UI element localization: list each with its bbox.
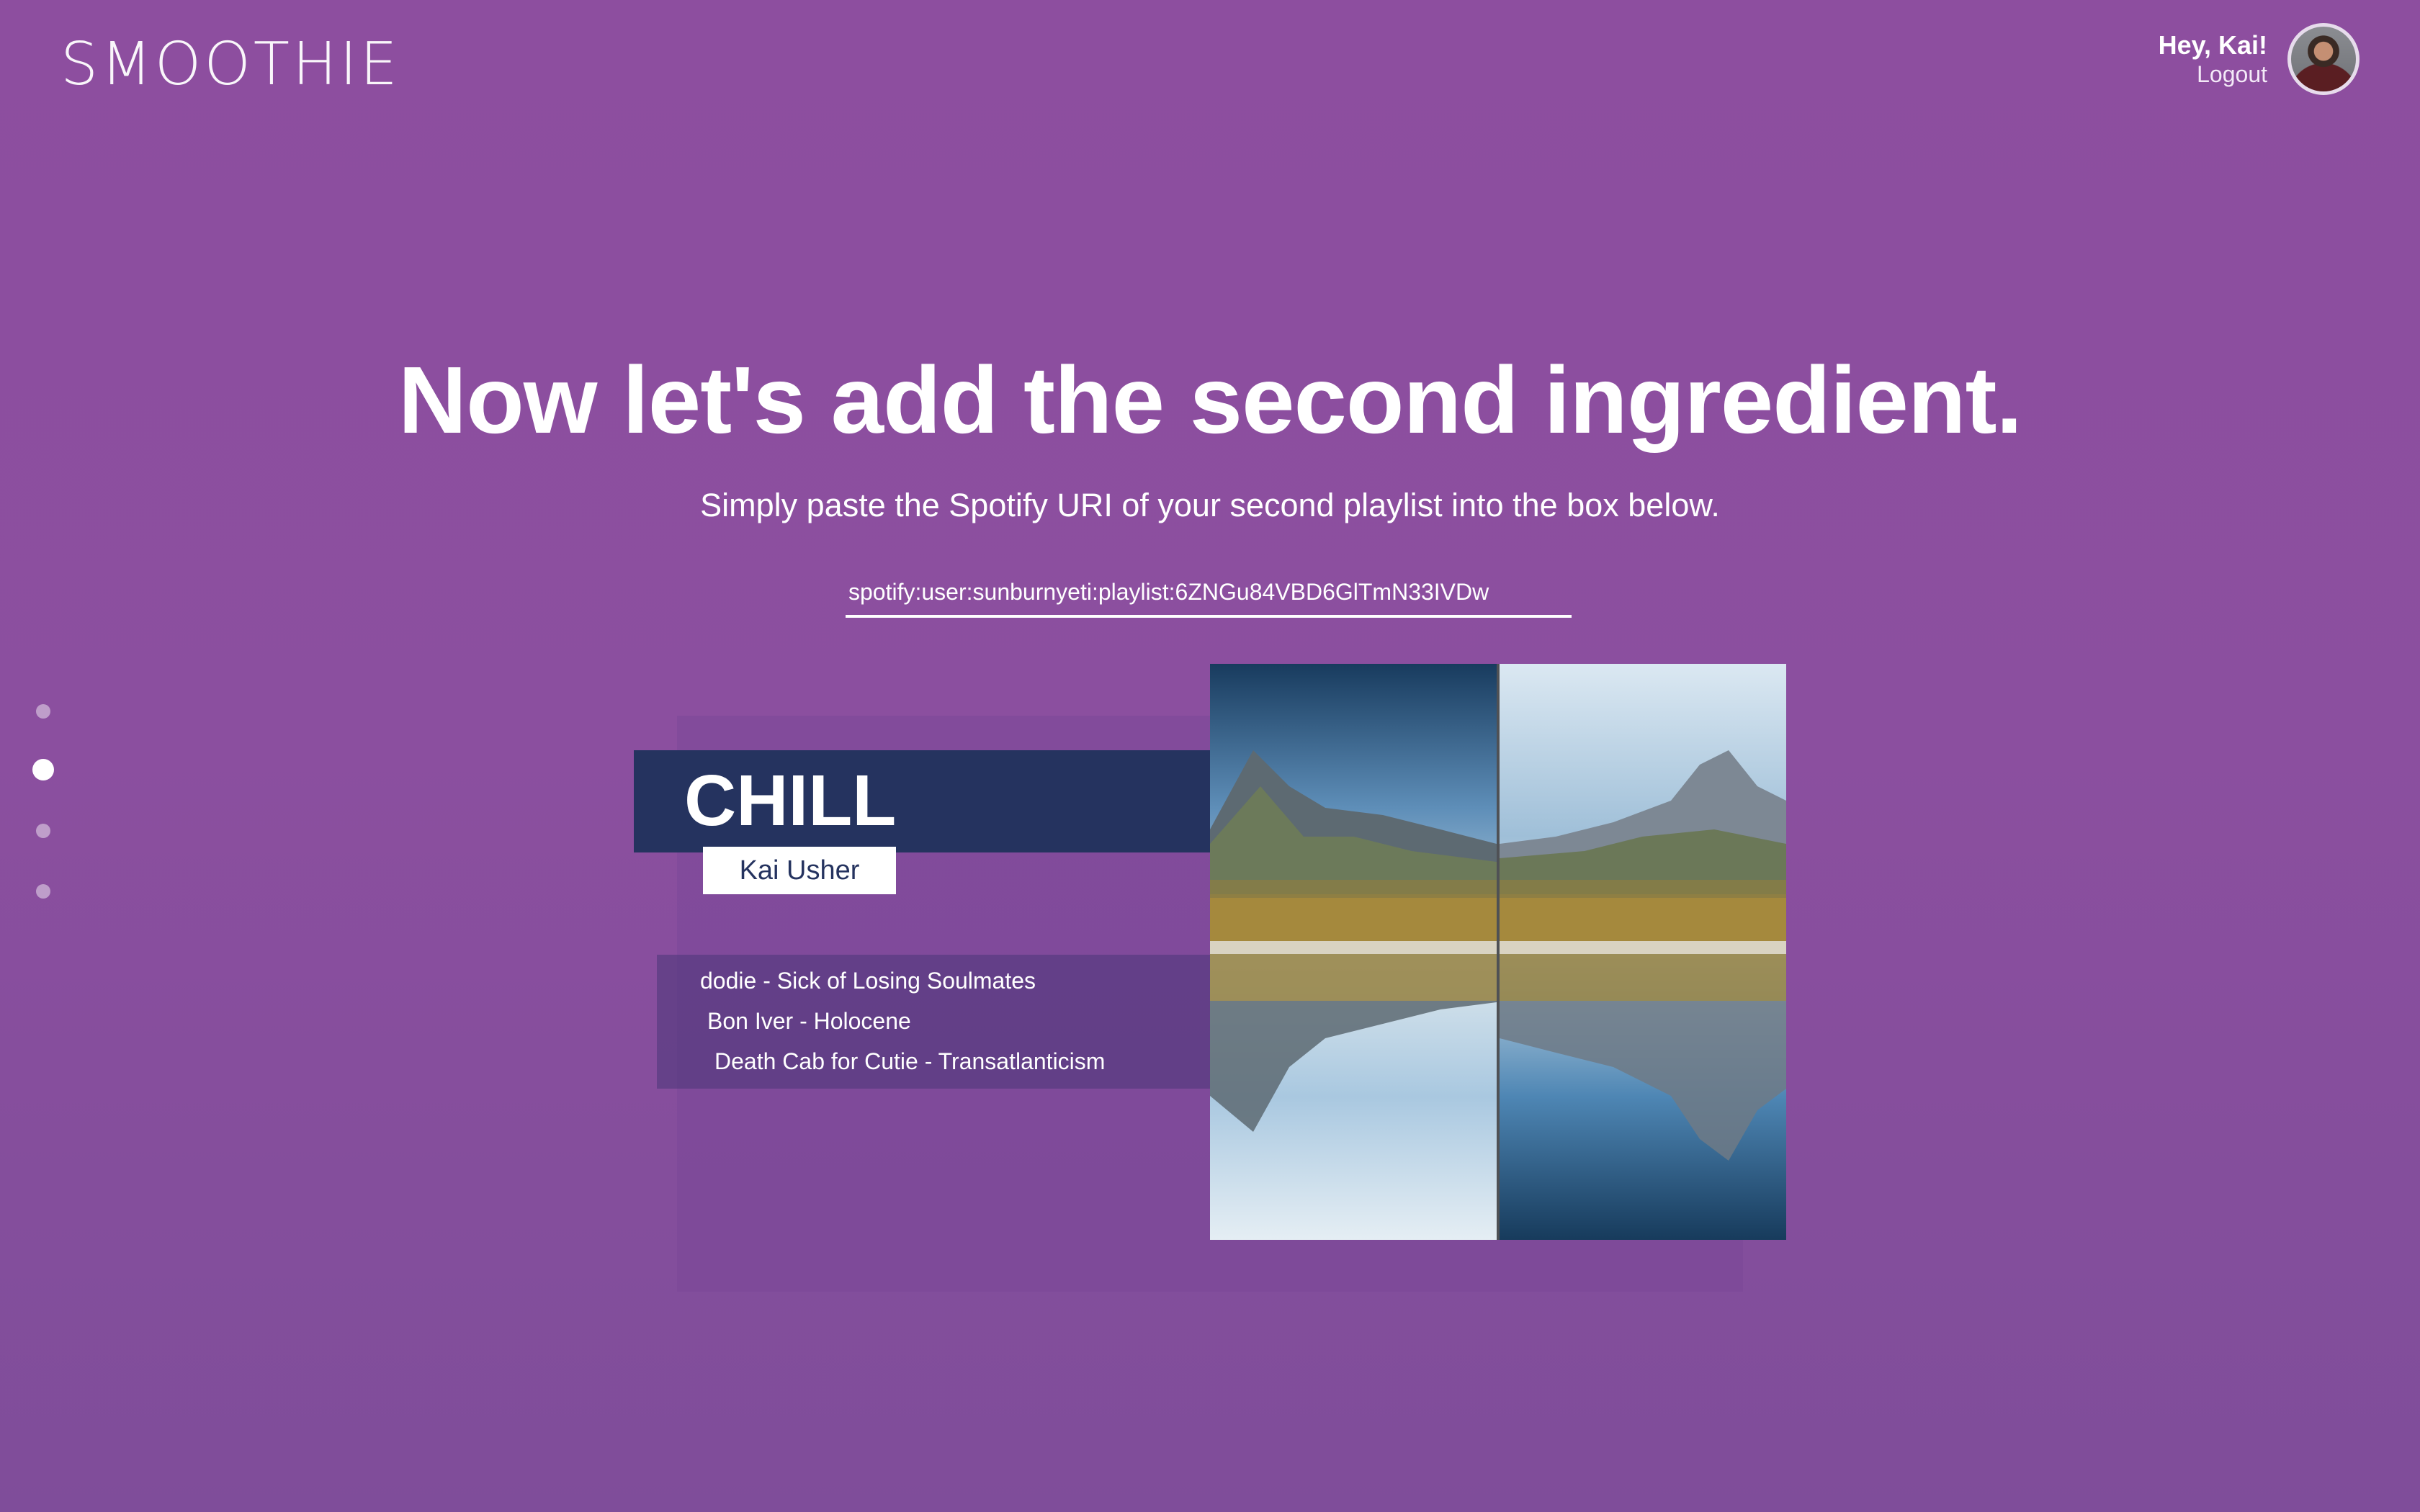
mirrored-mountain-lake-image [1210,664,1786,1240]
step-dot-2[interactable] [32,759,54,780]
playlist-title: CHILL [684,760,897,841]
greeting: Hey, Kai! [2158,30,2267,60]
user-menu: Hey, Kai! Logout [2159,23,2360,95]
logout-link[interactable]: Logout [2159,60,2267,88]
logo-text: SMOOTHIE [60,30,400,99]
track-list: dodie - Sick of Losing Soulmates Bon Ive… [657,955,1233,1089]
step-dot-3[interactable] [36,824,50,838]
track-item: Death Cab for Cutie - Transatlanticism [714,1048,1106,1074]
smoothie-logo[interactable]: SMOOTHIE [60,29,400,101]
track-item: Bon Iver - Holocene [707,1008,911,1034]
step-dot-1[interactable] [36,704,50,719]
playlist-owner: Kai Usher [703,847,896,894]
step-dot-4[interactable] [36,884,50,899]
spotify-uri-input[interactable] [846,569,1572,618]
avatar[interactable] [2287,23,2360,95]
track-item: dodie - Sick of Losing Soulmates [700,968,1036,994]
page-subtitle: Simply paste the Spotify URI of your sec… [700,487,1720,523]
user-text: Hey, Kai! Logout [2159,30,2267,89]
page-title: Now let's add the second ingredient. [398,347,2022,453]
playlist-cover-image [1210,664,1786,1240]
